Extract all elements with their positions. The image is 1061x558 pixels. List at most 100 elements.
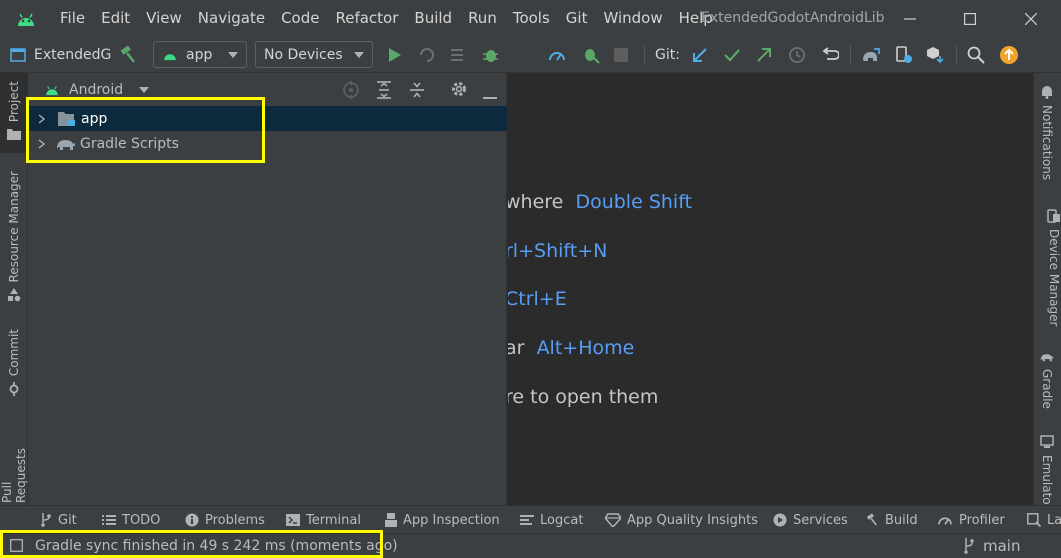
device-label: No Devices [264,46,343,63]
tree-node-gradle-scripts[interactable]: Gradle Scripts [28,131,507,156]
select-opened-file-button[interactable] [342,81,360,103]
apply-code-changes-button[interactable] [450,37,468,73]
checkmark-icon [724,49,740,62]
emulator-icon [1040,435,1054,448]
tab-notifications[interactable]: Notifications [1040,85,1054,180]
maximize-button[interactable] [940,0,1000,37]
crosshair-icon [343,81,359,99]
hide-panel-button[interactable] [483,88,497,104]
tab-app-inspection[interactable]: App Inspection [385,506,500,534]
chevron-right-icon [38,113,46,124]
search-everywhere-button[interactable] [967,37,985,73]
run-config-combo[interactable]: app [153,41,247,68]
hammer-icon [866,513,877,526]
profiler-gauge-icon [938,517,952,525]
menu-code[interactable]: Code [273,0,327,37]
shortcut-key: Alt+Home [536,337,635,359]
tab-label: Problems [205,512,265,528]
run-button[interactable] [388,37,402,73]
tab-services[interactable]: Services [773,506,848,534]
project-window-icon [10,48,26,62]
tab-label: Profiler [959,512,1005,528]
tab-gradle[interactable]: Gradle [1040,351,1054,409]
git-push-button[interactable] [756,37,772,73]
git-history-button[interactable] [788,37,806,73]
menu-view[interactable]: View [138,0,190,37]
hint-search-everywhere: where Double Shift [508,191,693,213]
attach-debugger-button[interactable] [582,37,600,73]
menu-refactor[interactable]: Refactor [327,0,406,37]
info-circle-icon [185,513,199,527]
rollback-button[interactable] [821,37,839,73]
tab-resource-manager[interactable]: Resource Manager [0,171,28,311]
profile-button[interactable] [548,37,566,73]
collapse-all-button[interactable] [409,81,425,103]
menu-tools[interactable]: Tools [505,0,558,37]
device-manager-button[interactable] [895,37,913,73]
tab-git[interactable]: Git [40,506,77,534]
menu-window[interactable]: Window [595,0,670,37]
tab-app-quality-insights[interactable]: App Quality Insights [605,506,758,534]
layout-inspector-icon [1027,513,1041,527]
git-branch-widget[interactable]: main [963,534,1020,558]
apply-code-icon [451,49,463,61]
tab-build[interactable]: Build [865,506,918,534]
debug-button[interactable] [482,37,500,73]
git-commit-button[interactable] [724,37,740,73]
menu-build[interactable]: Build [406,0,460,37]
tab-todo[interactable]: TODO [102,506,160,534]
hint-drop-files: re to open them [508,386,659,408]
expand-all-button[interactable] [376,81,392,103]
attach-debugger-icon [585,49,600,64]
tab-device-manager-label: Device Manager [1047,229,1061,327]
android-studio-logo-icon [0,0,52,37]
tab-project-label: Project [7,81,21,123]
bug-icon [483,50,498,62]
list-icon [102,515,116,525]
menu-navigate[interactable]: Navigate [190,0,273,37]
tab-label: La [1047,512,1061,528]
tab-label: Git [58,512,77,528]
tab-device-manager[interactable]: Device Manager [1040,209,1061,326]
tab-logcat[interactable]: Logcat [520,506,583,534]
stop-button[interactable] [614,37,628,73]
apply-changes-button[interactable] [418,37,436,73]
tab-emulator[interactable]: Emulato [1040,435,1054,505]
tab-project[interactable]: Project [0,73,28,153]
menu-edit[interactable]: Edit [93,0,138,37]
sdk-manager-button[interactable] [926,37,944,73]
view-mode-selector[interactable]: Android [44,73,150,106]
close-window-button[interactable] [1001,0,1061,37]
git-label: Git: [655,47,680,63]
tab-profiler[interactable]: Profiler [937,506,1005,534]
tool-window-square-icon [10,539,23,552]
tab-layout-inspector[interactable]: La [1027,506,1061,534]
hint-navigation-bar: ar Alt+Home [508,337,635,359]
view-mode-label: Android [69,81,124,98]
run-config-label: app [186,46,213,63]
updates-button[interactable] [999,37,1019,73]
tab-label: Terminal [306,512,361,528]
toggle-tool-windows-button[interactable] [10,539,23,556]
tab-label: App Quality Insights [627,512,758,528]
minimize-button[interactable] [880,0,940,37]
diamond-icon [605,513,621,527]
tab-problems[interactable]: Problems [185,506,265,534]
menu-run[interactable]: Run [460,0,505,37]
project-selector[interactable]: ExtendedG [10,37,111,73]
sync-gradle-button[interactable] [861,37,881,73]
tab-terminal[interactable]: Terminal [286,506,361,534]
menu-file[interactable]: File [52,0,93,37]
panel-options-button[interactable] [450,80,468,102]
git-update-button[interactable] [692,37,708,73]
tab-commit[interactable]: Commit [0,329,28,399]
git-branch-icon [964,538,974,554]
menu-git[interactable]: Git [558,0,596,37]
status-message[interactable]: Gradle sync finished in 49 s 242 ms (mom… [35,534,398,558]
tree-node-app[interactable]: app [28,106,507,131]
make-project-button[interactable] [118,37,138,73]
device-combo[interactable]: No Devices [255,41,373,68]
tab-pull-requests[interactable]: Pull Requests [0,423,28,503]
logcat-icon [520,515,534,525]
stop-icon [614,48,628,62]
